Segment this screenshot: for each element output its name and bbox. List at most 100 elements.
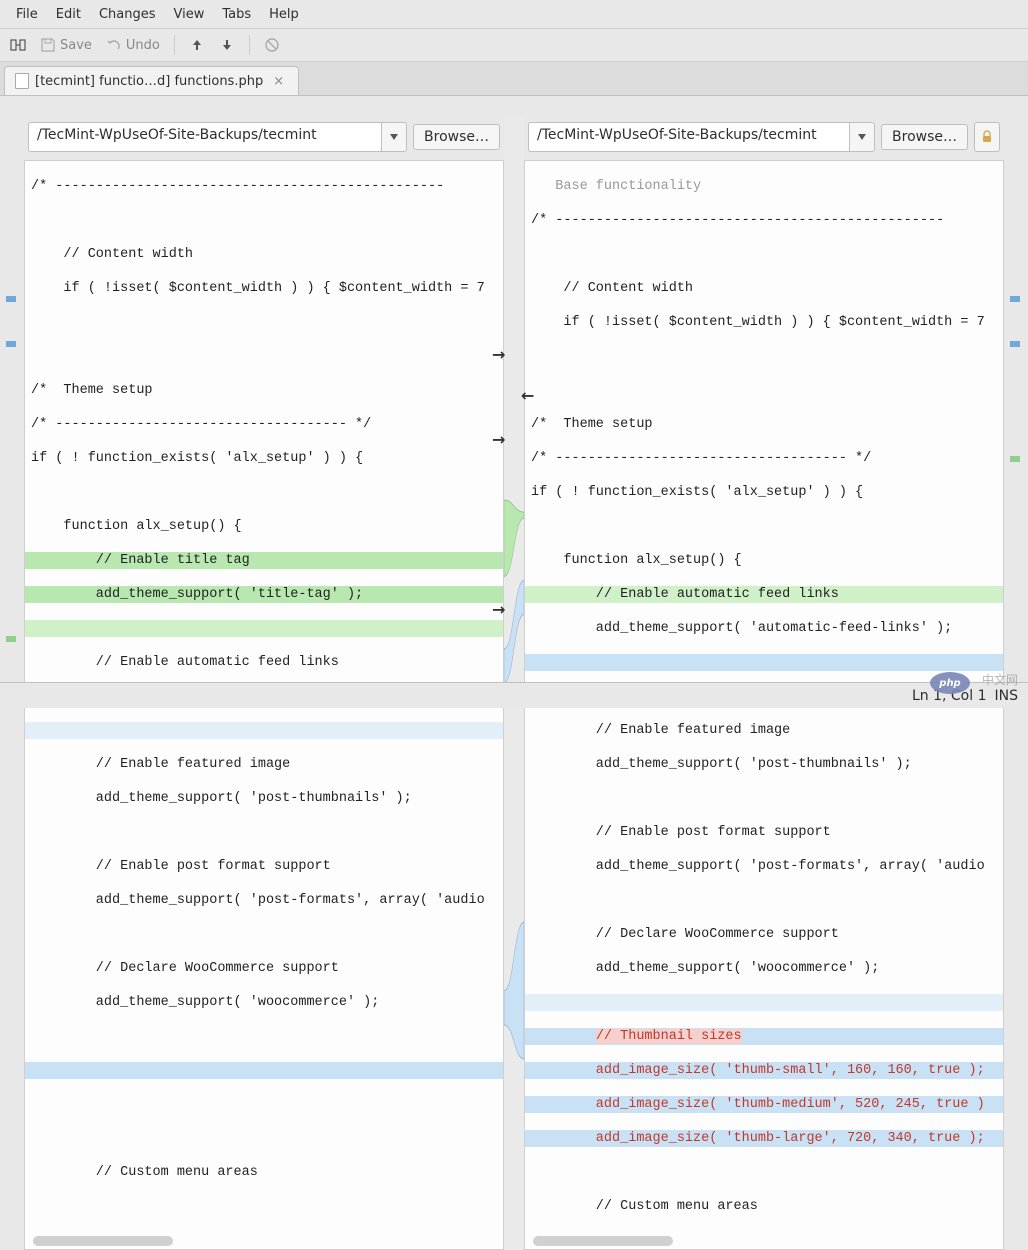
code-line: function alx_setup() { — [525, 552, 1003, 569]
overview-mark — [6, 636, 16, 642]
tab-close-button[interactable]: × — [269, 74, 288, 89]
chevron-down-icon — [858, 134, 866, 140]
chevron-down-icon — [390, 134, 398, 140]
left-path-dropdown[interactable] — [381, 122, 407, 152]
tab-title: [tecmint] functio…d] functions.php — [35, 74, 263, 89]
php-logo-watermark: php — [930, 672, 970, 694]
right-path-input[interactable]: /TecMint-WpUseOf-Site-Backups/tecmint — [528, 122, 849, 152]
code-line — [525, 246, 1003, 263]
code-line: // Custom menu areas — [525, 1198, 1003, 1215]
code-line — [25, 926, 503, 943]
merge-left-button[interactable]: ← — [521, 386, 534, 405]
code-line: Base functionality — [525, 178, 1003, 195]
code-line: // Enable post format support — [25, 858, 503, 875]
code-line: // Declare WooCommerce support — [25, 960, 503, 977]
code-line: // Custom menu areas — [25, 1164, 503, 1181]
code-line: // Enable featured image — [525, 722, 1003, 739]
code-line-changed — [525, 654, 1003, 671]
save-button[interactable]: Save — [40, 37, 92, 53]
left-browse-button[interactable]: Browse… — [413, 124, 500, 150]
menu-help[interactable]: Help — [261, 4, 307, 25]
next-change-button[interactable] — [219, 37, 235, 53]
code-line-added: // Enable automatic feed links — [525, 586, 1003, 603]
left-hscroll[interactable] — [33, 1236, 173, 1246]
code-line — [25, 212, 503, 229]
code-line: // Content width — [25, 246, 503, 263]
watermark-text: 中文网 — [982, 671, 1018, 688]
code-line: if ( ! function_exists( 'alx_setup' ) ) … — [25, 450, 503, 467]
code-line: add_theme_support( 'post-formats', array… — [25, 892, 503, 909]
prev-change-button[interactable] — [189, 37, 205, 53]
lock-button[interactable] — [974, 122, 1000, 152]
save-label: Save — [60, 38, 92, 53]
code-line: /* ------------------------------------ … — [25, 416, 503, 433]
compare-icon — [10, 37, 26, 53]
code-line: // Content width — [525, 280, 1003, 297]
right-path-combo: /TecMint-WpUseOf-Site-Backups/tecmint — [528, 122, 875, 152]
menu-edit[interactable]: Edit — [48, 4, 89, 25]
code-line-added: add_theme_support( 'title-tag' ); — [25, 586, 503, 603]
left-path-combo: /TecMint-WpUseOf-Site-Backups/tecmint — [28, 122, 407, 152]
arrow-up-icon — [189, 37, 205, 53]
code-line: // Enable featured image — [25, 756, 503, 773]
undo-icon — [106, 37, 122, 53]
overview-mark — [1010, 341, 1020, 347]
menu-tabs[interactable]: Tabs — [214, 4, 259, 25]
menu-file[interactable]: File — [8, 4, 46, 25]
code-line — [525, 518, 1003, 535]
tab-active[interactable]: [tecmint] functio…d] functions.php × — [4, 66, 299, 95]
statusbar: Ln 1, Col 1 INS — [0, 682, 1028, 708]
code-line-changed: // Thumbnail sizes — [525, 1028, 1003, 1045]
code-line: // Enable automatic feed links — [25, 654, 503, 671]
code-line: /* -------------------------------------… — [525, 212, 1003, 229]
code-line-changed: add_image_size( 'thumb-large', 720, 340,… — [525, 1130, 1003, 1147]
right-browse-button[interactable]: Browse… — [881, 124, 968, 150]
code-line: if ( ! function_exists( 'alx_setup' ) ) … — [525, 484, 1003, 501]
merge-right-button[interactable]: → — [492, 430, 505, 449]
undo-button[interactable]: Undo — [106, 37, 160, 53]
menu-view[interactable]: View — [166, 4, 213, 25]
code-line — [25, 314, 503, 331]
code-line — [525, 382, 1003, 399]
merge-right-button[interactable]: → — [492, 345, 505, 364]
overview-mark — [1010, 456, 1020, 462]
code-line-added: // Enable title tag — [25, 552, 503, 569]
code-line — [25, 348, 503, 365]
code-line: if ( !isset( $content_width ) ) { $conte… — [525, 314, 1003, 331]
menu-changes[interactable]: Changes — [91, 4, 164, 25]
toolbar-separator-2 — [249, 35, 250, 55]
compare-area: /TecMint-WpUseOf-Site-Backups/tecmint Br… — [0, 116, 1028, 680]
code-line: /* Theme setup — [25, 382, 503, 399]
code-line-changed — [25, 722, 503, 739]
overview-mark — [1010, 296, 1020, 302]
code-line — [25, 1028, 503, 1045]
overview-mark — [6, 296, 16, 302]
right-hscroll[interactable] — [533, 1236, 673, 1246]
save-icon — [40, 37, 56, 53]
code-line — [25, 484, 503, 501]
code-line: function alx_setup() { — [25, 518, 503, 535]
tabbar: [tecmint] functio…d] functions.php × — [0, 62, 1028, 96]
arrow-down-icon — [219, 37, 235, 53]
merge-right-button[interactable]: → — [492, 600, 505, 619]
overview-mark — [6, 341, 16, 347]
code-line-added — [25, 620, 503, 637]
code-line-changed: add_image_size( 'thumb-small', 160, 160,… — [525, 1062, 1003, 1079]
code-line: /* Theme setup — [525, 416, 1003, 433]
code-line — [525, 348, 1003, 365]
left-path-input[interactable]: /TecMint-WpUseOf-Site-Backups/tecmint — [28, 122, 381, 152]
code-line — [525, 892, 1003, 909]
code-line-changed — [525, 994, 1003, 1011]
code-line — [525, 790, 1003, 807]
code-line: /* ------------------------------------ … — [525, 450, 1003, 467]
right-pathbar: /TecMint-WpUseOf-Site-Backups/tecmint Br… — [524, 116, 1004, 160]
stop-button[interactable] — [264, 37, 280, 53]
code-line: add_theme_support( 'post-thumbnails' ); — [25, 790, 503, 807]
toolbar: Save Undo — [0, 29, 1028, 62]
code-line: add_theme_support( 'woocommerce' ); — [25, 994, 503, 1011]
left-pathbar: /TecMint-WpUseOf-Site-Backups/tecmint Br… — [24, 116, 504, 160]
new-compare-button[interactable] — [10, 37, 26, 53]
code-line: add_theme_support( 'post-formats', array… — [525, 858, 1003, 875]
code-line — [25, 1096, 503, 1113]
right-path-dropdown[interactable] — [849, 122, 875, 152]
